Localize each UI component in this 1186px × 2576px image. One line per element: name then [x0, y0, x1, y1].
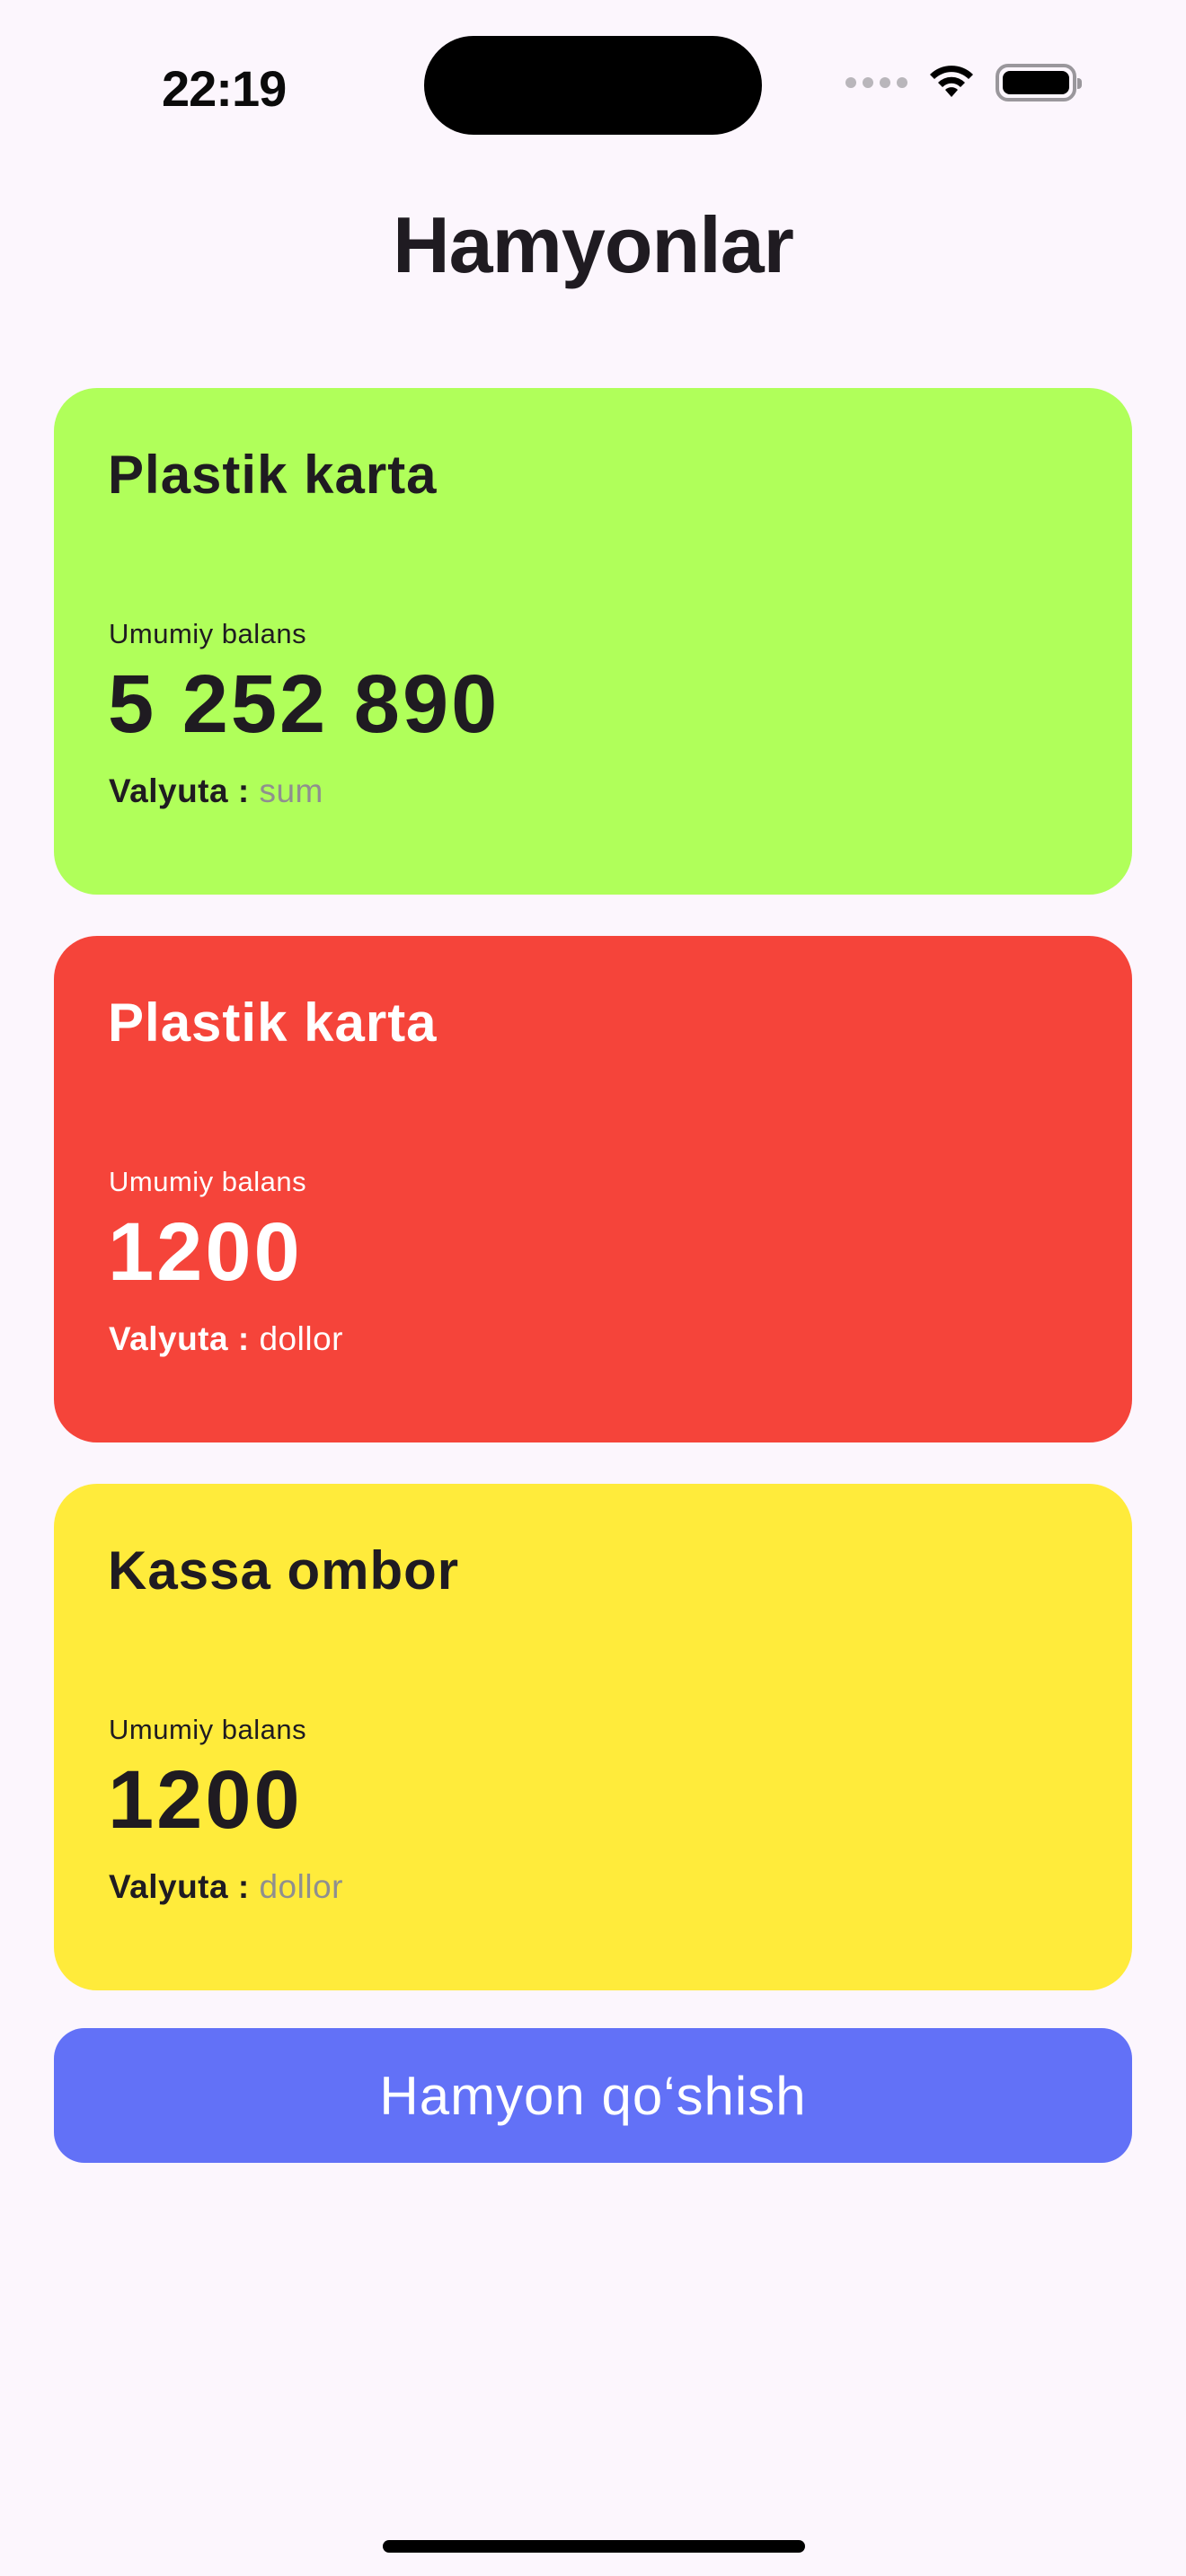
home-indicator[interactable]	[383, 2540, 805, 2553]
dynamic-island	[424, 36, 762, 135]
wallet-card[interactable]: Plastik karta Umumiy balans 1200 Valyuta…	[54, 936, 1132, 1442]
currency-value: dollor	[259, 1320, 343, 1357]
battery-icon	[996, 64, 1082, 101]
wallet-card[interactable]: Kassa ombor Umumiy balans 1200 Valyuta :…	[54, 1484, 1132, 1990]
wifi-icon	[930, 66, 973, 97]
page-title: Hamyonlar	[393, 200, 794, 289]
currency-label: Valyuta :	[109, 1868, 250, 1905]
wallets-screen: 22:19 Hamyonlar Plastik karta Umumiy bal…	[0, 0, 1186, 2576]
balance-value: 5 252 890	[108, 658, 500, 750]
currency-row: Valyuta : dollor	[109, 1320, 343, 1358]
wallet-name: Plastik karta	[108, 992, 438, 1053]
wallet-name: Kassa ombor	[108, 1540, 460, 1601]
currency-value: dollor	[259, 1868, 343, 1905]
currency-label: Valyuta :	[109, 1320, 250, 1357]
status-time: 22:19	[162, 60, 287, 117]
balance-value: 1200	[108, 1206, 303, 1298]
balance-value: 1200	[108, 1754, 303, 1846]
currency-row: Valyuta : sum	[109, 772, 323, 810]
add-wallet-button[interactable]: Hamyon qo‘shish	[54, 2028, 1132, 2163]
cellular-signal-icon	[845, 77, 907, 88]
wallet-name: Plastik karta	[108, 445, 438, 505]
wallet-card[interactable]: Plastik karta Umumiy balans 5 252 890 Va…	[54, 388, 1132, 895]
currency-value: sum	[259, 772, 323, 809]
currency-row: Valyuta : dollor	[109, 1868, 343, 1906]
currency-label: Valyuta :	[109, 772, 250, 809]
balance-label: Umumiy balans	[109, 1714, 307, 1745]
balance-label: Umumiy balans	[109, 1166, 307, 1197]
balance-label: Umumiy balans	[109, 618, 307, 649]
status-icons	[845, 63, 1082, 102]
wallet-list: Plastik karta Umumiy balans 5 252 890 Va…	[54, 388, 1132, 2032]
